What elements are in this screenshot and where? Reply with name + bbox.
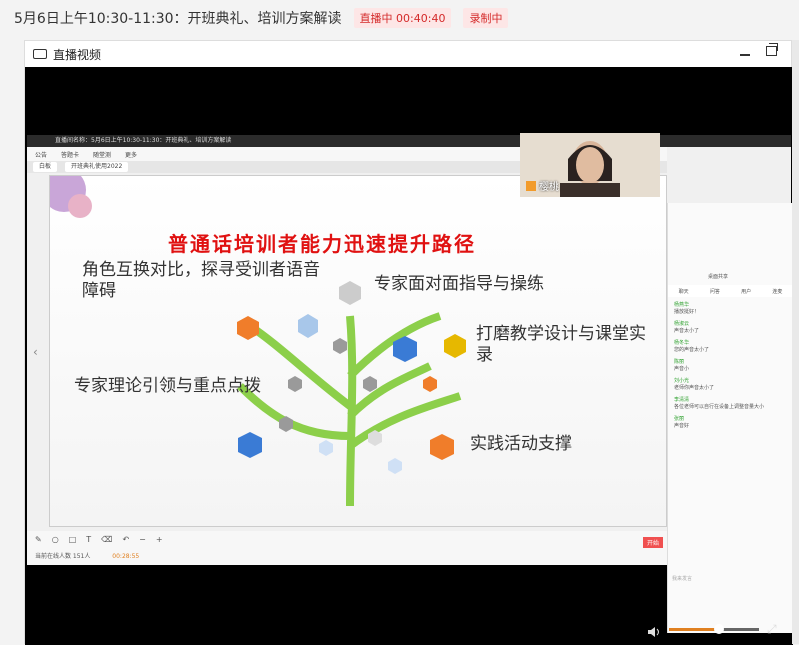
- tree-trunk: [237, 312, 462, 507]
- hexagon: [237, 316, 259, 340]
- hexagon: [388, 458, 402, 474]
- chat-messages: 杨燕华 播放挺好！ 杨淑云 声音太小了 杨冬华 您的声音太小了 陈丽 声音小 刘小光 老师…: [674, 301, 786, 434]
- chat-message: 杨冬华 您的声音太小了: [674, 339, 786, 353]
- undo-icon: ↶: [122, 535, 130, 544]
- chat-message: 刘小光 老师你声音太小了: [674, 377, 786, 391]
- hexagon: [444, 334, 466, 358]
- chat-message: 杨燕华 播放挺好！: [674, 301, 786, 315]
- recording-badge: 录制中: [463, 8, 509, 28]
- online-count: 当前在线人数 151人 00:28:55: [35, 551, 139, 560]
- chat-sender: 杨冬华: [674, 340, 690, 346]
- chat-tab: 用户: [741, 288, 752, 295]
- session-title: 5月6日上午10:30-11:30：开班典礼、培训方案解读: [14, 11, 342, 27]
- circle-icon: ○: [51, 535, 59, 544]
- chat-text: 老师你声音太小了: [674, 385, 715, 391]
- restore-icon[interactable]: [766, 43, 778, 56]
- fullscreen-icon[interactable]: ⤢: [767, 622, 781, 636]
- toolbar-item: 随堂测: [93, 151, 112, 159]
- square-icon: □: [68, 535, 77, 544]
- hexagon: [333, 338, 347, 354]
- chat-sender: 杨燕华: [674, 302, 690, 308]
- user-icon: [526, 180, 536, 191]
- chat-message: 杨淑云 声音太小了: [674, 320, 786, 334]
- presenter-name: 樱桃: [539, 182, 559, 193]
- live-status-badge: 直播中 00:40:40: [353, 8, 452, 28]
- chat-input: 我来发言: [672, 576, 693, 582]
- eraser-icon: ⌫: [101, 535, 113, 544]
- slide-item: 专家理论引领与重点点拨: [74, 376, 261, 396]
- chat-message: 李清清 各位老师可以自行在设备上调整音量大小: [674, 396, 786, 410]
- presenter-label: 樱桃: [526, 178, 559, 193]
- inner-window-title: 直播间名称：5月6日上午10:30-11:30：开班典礼、培训方案解读: [27, 135, 791, 147]
- window-edge: [792, 40, 799, 644]
- chat-message: 陈丽 声音小: [674, 358, 786, 372]
- volume-icon[interactable]: [647, 623, 661, 637]
- inner-tab: 开班典礼使用2022: [65, 162, 129, 172]
- hexagon: [238, 432, 262, 458]
- inner-start-button: 开始: [642, 537, 663, 548]
- volume-slider[interactable]: [669, 623, 759, 634]
- chat-sender: 张丽: [674, 416, 685, 422]
- live-video-panel: 直播视频 直播间名称：5月6日上午10:30-11:30：开班典礼、培训方案解读…: [24, 40, 793, 645]
- top-bar: 5月6日上午10:30-11:30：开班典礼、培训方案解读 直播中 00:40:…: [0, 0, 799, 36]
- slide-title: 普通话培训者能力迅速提升路径: [168, 232, 476, 256]
- chat-tabs: 聊天 问答 用户 连麦: [668, 285, 793, 297]
- slide-item: 角色互换对比，探寻受训者语音障碍: [82, 260, 320, 301]
- inner-bottom-bar: ✎ ○ □ T ⌫ ↶ − + 当前在线人数 151人 00:28:55 开始: [27, 531, 667, 565]
- chat-sender: 陈丽: [674, 359, 685, 365]
- hexagon: [339, 281, 361, 305]
- toolbar-item: 更多: [125, 151, 138, 159]
- slide: 普通话培训者能力迅速提升路径 角色互换对比，探寻受训者语音障碍 专家面对面指导与…: [49, 175, 667, 527]
- text-tool-icon: T: [86, 535, 92, 544]
- pen-icon: ✎: [35, 535, 42, 544]
- flower-decoration: [68, 194, 92, 218]
- slide-item: 专家面对面指导与操练: [374, 274, 544, 294]
- hexagon: [288, 376, 302, 392]
- hexagon: [430, 434, 454, 460]
- slide-item: 打磨教学设计与课堂实录: [476, 324, 646, 365]
- online-count-text: 当前在线人数 151人: [35, 553, 91, 560]
- drawing-tools: ✎ ○ □ T ⌫ ↶ − +: [35, 535, 163, 544]
- volume-knob[interactable]: [713, 623, 724, 634]
- elapsed-time: 00:28:55: [112, 553, 140, 560]
- volume-fill: [669, 627, 719, 631]
- toolbar-item: 公告: [35, 151, 48, 159]
- chat-tab: 聊天: [678, 288, 689, 295]
- chat-text: 声音小: [674, 366, 690, 372]
- shared-screen: 直播间名称：5月6日上午10:30-11:30：开班典礼、培训方案解读 公告 答…: [27, 135, 793, 633]
- inner-tab: 白板: [33, 162, 58, 172]
- chat-text: 播放挺好！: [674, 309, 700, 315]
- panel-header: 直播视频: [25, 41, 791, 67]
- video-icon: [33, 49, 47, 59]
- chat-tab: 问答: [709, 288, 720, 295]
- chat-sender: 杨淑云: [674, 321, 690, 327]
- zoom-in-icon: +: [155, 535, 163, 544]
- panel-title: 直播视频: [53, 47, 102, 62]
- zoom-out-icon: −: [139, 535, 146, 544]
- chat-sidebar: 聊天 问答 用户 连麦 桌面共享 杨燕华 播放挺好！ 杨淑云 声音太小了 杨冬华 您的…: [667, 203, 793, 633]
- webcam-feed: 樱桃: [520, 133, 660, 197]
- chat-sender: 刘小光: [674, 378, 690, 384]
- hexagon: [319, 440, 333, 456]
- slide-item: 实践活动支撑: [470, 434, 572, 454]
- chat-message: 张丽 声音好: [674, 415, 786, 429]
- hexagon: [363, 376, 377, 392]
- video-area[interactable]: 直播间名称：5月6日上午10:30-11:30：开班典礼、培训方案解读 公告 答…: [25, 67, 793, 645]
- desktop-share-label: 桌面共享: [708, 274, 729, 280]
- toolbar-item: 答题卡: [61, 151, 80, 159]
- chat-sender: 李清清: [674, 397, 690, 403]
- player-controls: ⤢: [25, 613, 793, 645]
- chat-text: 各位老师可以自行在设备上调整音量大小: [674, 404, 765, 410]
- minimize-icon[interactable]: [740, 54, 750, 56]
- chat-text: 声音好: [674, 423, 690, 429]
- chat-tab: 连麦: [772, 288, 783, 295]
- chat-text: 您的声音太小了: [674, 347, 710, 353]
- hexagon: [298, 314, 318, 338]
- hexagon: [423, 376, 437, 392]
- slide-prev-icon[interactable]: ‹: [33, 345, 47, 359]
- chat-text: 声音太小了: [674, 328, 700, 334]
